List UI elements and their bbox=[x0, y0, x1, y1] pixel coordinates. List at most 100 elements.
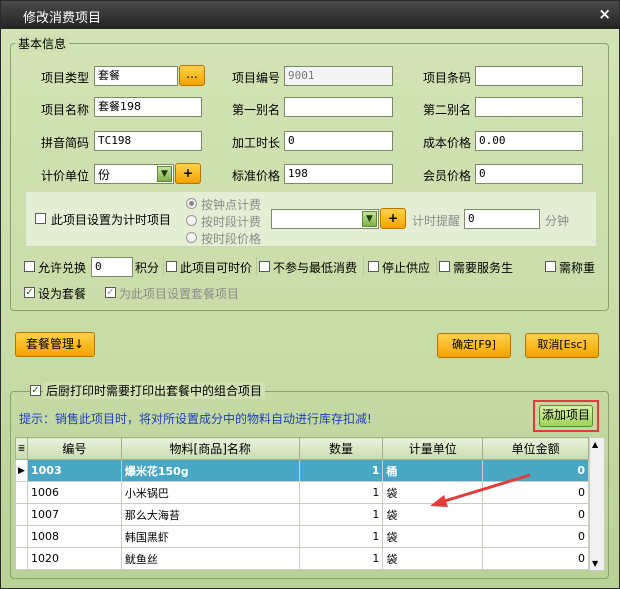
set-package-label: 设为套餐 bbox=[38, 287, 87, 301]
cell-qty[interactable]: 1 bbox=[298, 459, 384, 482]
annotation-arrow-icon bbox=[430, 473, 531, 507]
timed-checkbox-label: 此项目设置为计时项目 bbox=[51, 213, 172, 227]
radio-per-hour[interactable] bbox=[186, 198, 197, 209]
cell-qty[interactable]: 1 bbox=[298, 547, 384, 570]
cell-price[interactable]: 0 bbox=[482, 525, 589, 548]
period-select[interactable]: ▼ bbox=[271, 209, 379, 229]
table-row[interactable]: 1008 韩国黑虾 1 袋 0 bbox=[15, 525, 589, 548]
reminder-label: 计时提醒 bbox=[412, 214, 461, 228]
cell-code[interactable]: 1007 bbox=[26, 503, 122, 526]
pinyin-input[interactable]: TC198 bbox=[94, 131, 202, 151]
need-service-checkbox[interactable] bbox=[439, 261, 450, 272]
item-type-input[interactable]: 套餐 bbox=[94, 66, 178, 86]
column-header-qty[interactable]: 数量 bbox=[298, 437, 384, 460]
item-name-input[interactable]: 套餐198 bbox=[94, 97, 202, 117]
time-price-checkbox[interactable] bbox=[166, 261, 177, 272]
radio-per-hour-label: 按钟点计费 bbox=[201, 198, 262, 212]
allow-exchange-checkbox[interactable] bbox=[24, 261, 35, 272]
barcode-input[interactable] bbox=[475, 66, 583, 86]
pinyin-label: 拼音简码 bbox=[41, 136, 90, 150]
row-indicator bbox=[15, 547, 28, 570]
cell-name[interactable]: 爆米花150g bbox=[120, 459, 300, 482]
cell-code[interactable]: 1006 bbox=[26, 481, 122, 504]
cell-qty[interactable]: 1 bbox=[298, 503, 384, 526]
cost-input[interactable]: 0.00 bbox=[475, 131, 583, 151]
radio-period-price-label: 按时段价格 bbox=[201, 232, 262, 246]
radio-per-period[interactable] bbox=[186, 215, 197, 226]
row-indicator bbox=[15, 481, 28, 504]
confirm-button[interactable]: 确定[F9] bbox=[437, 333, 511, 358]
cell-name[interactable]: 那么大海苔 bbox=[120, 503, 300, 526]
cell-code[interactable]: 1020 bbox=[26, 547, 122, 570]
alias1-input[interactable] bbox=[284, 97, 393, 117]
chevron-down-icon[interactable]: ▼ bbox=[362, 211, 377, 227]
chevron-down-icon[interactable]: ▼ bbox=[157, 166, 172, 182]
set-package-checkbox[interactable]: ✓ bbox=[24, 287, 35, 298]
table-header: ≣ 编号 物料[商品]名称 数量 计量单位 单位金额 bbox=[15, 437, 589, 460]
points-label: 积分 bbox=[135, 261, 160, 275]
package-manage-button[interactable]: 套餐管理↓ bbox=[15, 332, 95, 357]
std-price-label: 标准价格 bbox=[232, 169, 281, 183]
cell-qty[interactable]: 1 bbox=[298, 525, 384, 548]
period-add-button[interactable]: + bbox=[380, 208, 406, 229]
unit-add-button[interactable]: + bbox=[175, 163, 201, 184]
cell-unit[interactable]: 袋 bbox=[382, 525, 484, 548]
cell-code[interactable]: 1008 bbox=[26, 525, 122, 548]
member-price-label: 会员价格 bbox=[423, 169, 472, 183]
add-item-button[interactable]: 添加项目 bbox=[539, 405, 593, 427]
unit-select[interactable]: 份 ▼ bbox=[94, 164, 174, 184]
separator bbox=[436, 257, 437, 277]
exchange-points-input[interactable]: 0 bbox=[91, 257, 133, 277]
proc-time-label: 加工时长 bbox=[232, 136, 281, 150]
table-scrollbar[interactable]: ▲ ▼ bbox=[589, 437, 605, 571]
scroll-up-icon[interactable]: ▲ bbox=[592, 440, 598, 449]
std-price-input[interactable]: 198 bbox=[284, 164, 393, 184]
cell-unit[interactable]: 袋 bbox=[382, 547, 484, 570]
cell-code[interactable]: 1003 bbox=[26, 459, 122, 482]
need-weigh-checkbox[interactable] bbox=[545, 261, 556, 272]
row-indicator bbox=[15, 503, 28, 526]
item-type-label: 项目类型 bbox=[41, 71, 90, 85]
window-title: 修改消费项目 bbox=[23, 11, 102, 26]
cell-name[interactable]: 鱿鱼丝 bbox=[120, 547, 300, 570]
cancel-button[interactable]: 取消[Esc] bbox=[525, 333, 599, 358]
item-type-browse-button[interactable]: ... bbox=[179, 65, 205, 86]
scroll-down-icon[interactable]: ▼ bbox=[592, 559, 598, 568]
column-header-name[interactable]: 物料[商品]名称 bbox=[120, 437, 300, 460]
row-indicator-icon: ▶ bbox=[15, 459, 28, 482]
reminder-input[interactable]: 0 bbox=[464, 209, 540, 229]
cell-name[interactable]: 韩国黑虾 bbox=[120, 525, 300, 548]
column-header-price[interactable]: 单位金额 bbox=[482, 437, 589, 460]
table-row[interactable]: 1020 鱿鱼丝 1 袋 0 bbox=[15, 547, 589, 570]
set-package-items-checkbox[interactable]: ✓ bbox=[105, 287, 116, 298]
item-no-input[interactable]: 9001 bbox=[284, 66, 393, 86]
barcode-label: 项目条码 bbox=[423, 71, 472, 85]
radio-per-period-label: 按时段计费 bbox=[201, 215, 262, 229]
no-min-consume-checkbox[interactable] bbox=[259, 261, 270, 272]
member-price-input[interactable]: 0 bbox=[475, 164, 583, 184]
alias1-label: 第一别名 bbox=[232, 103, 281, 117]
print-combo-checkbox[interactable]: ✓ bbox=[30, 385, 41, 396]
radio-period-price[interactable] bbox=[186, 232, 197, 243]
separator bbox=[256, 257, 257, 277]
proc-time-input[interactable]: 0 bbox=[284, 131, 393, 151]
timed-checkbox[interactable] bbox=[35, 213, 46, 224]
row-indicator bbox=[15, 525, 28, 548]
need-service-label: 需要服务生 bbox=[453, 261, 514, 275]
item-name-label: 项目名称 bbox=[41, 103, 90, 117]
cell-name[interactable]: 小米锅巴 bbox=[120, 481, 300, 504]
set-package-items-label: 为此项目设置套餐项目 bbox=[119, 287, 240, 301]
cell-price[interactable]: 0 bbox=[482, 547, 589, 570]
edit-item-window: 修改消费项目 × 基本信息 项目类型 套餐 ... 项目编号 9001 项目条码… bbox=[0, 0, 620, 589]
close-icon[interactable]: × bbox=[598, 5, 611, 23]
cell-qty[interactable]: 1 bbox=[298, 481, 384, 504]
separator bbox=[363, 257, 364, 277]
stop-supply-label: 停止供应 bbox=[382, 261, 431, 275]
row-header-corner: ≣ bbox=[15, 437, 28, 460]
hint-text: 提示：销售此项目时，将对所设置成分中的物料自动进行库存扣减! bbox=[19, 412, 372, 426]
cost-label: 成本价格 bbox=[423, 136, 472, 150]
column-header-unit[interactable]: 计量单位 bbox=[382, 437, 484, 460]
stop-supply-checkbox[interactable] bbox=[368, 261, 379, 272]
column-header-code[interactable]: 编号 bbox=[26, 437, 122, 460]
alias2-input[interactable] bbox=[475, 97, 583, 117]
